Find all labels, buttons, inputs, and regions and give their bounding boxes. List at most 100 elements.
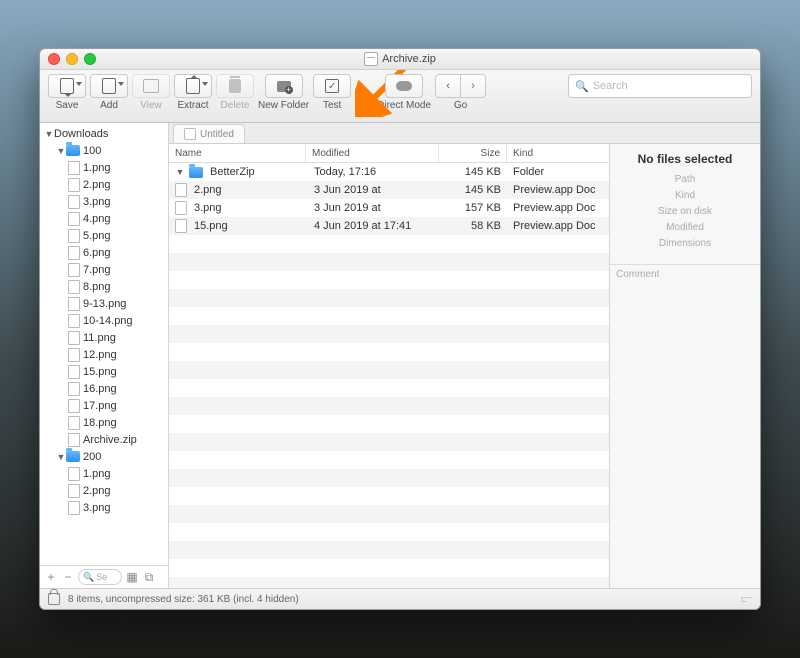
tree-item[interactable]: 3.png: [40, 193, 168, 210]
tree-item[interactable]: 16.png: [40, 380, 168, 397]
table-row[interactable]: 3.png3 Jun 2019 at157 KBPreview.app Doc: [169, 199, 609, 217]
table-row[interactable]: [169, 415, 609, 433]
resize-handle-icon[interactable]: ⫍: [741, 594, 752, 605]
column-headers[interactable]: Name Modified Size Kind: [169, 144, 609, 163]
file-icon: [68, 484, 80, 498]
tree-item[interactable]: 10-14.png: [40, 312, 168, 329]
tree-item[interactable]: 6.png: [40, 244, 168, 261]
table-row[interactable]: [169, 433, 609, 451]
table-row[interactable]: [169, 235, 609, 253]
table-row[interactable]: ▼BetterZipToday, 17:16145 KBFolder: [169, 163, 609, 181]
file-icon: [68, 501, 80, 515]
tree-item[interactable]: 5.png: [40, 227, 168, 244]
file-icon: [68, 314, 80, 328]
window-zoom-button[interactable]: [84, 53, 96, 65]
sidebar-action-1-button[interactable]: ▦: [125, 570, 139, 584]
add-button[interactable]: Add: [90, 74, 128, 111]
file-icon: [68, 467, 80, 481]
sidebar-action-2-button[interactable]: ⧉: [142, 570, 156, 584]
tree-item[interactable]: 17.png: [40, 397, 168, 414]
window-close-button[interactable]: [48, 53, 60, 65]
sidebar: ▼Downloads▼1001.png2.png3.png4.png5.png6…: [40, 123, 169, 588]
table-row[interactable]: [169, 523, 609, 541]
inspector-label: Path: [610, 172, 760, 188]
table-row[interactable]: [169, 289, 609, 307]
add-source-button[interactable]: +: [44, 570, 58, 584]
archive-icon: [184, 128, 196, 140]
table-row[interactable]: 2.png3 Jun 2019 at145 KBPreview.app Doc: [169, 181, 609, 199]
table-row[interactable]: [169, 469, 609, 487]
table-row[interactable]: [169, 487, 609, 505]
source-tree[interactable]: ▼Downloads▼1001.png2.png3.png4.png5.png6…: [40, 123, 168, 565]
go-forward-button[interactable]: ›: [461, 75, 485, 97]
file-icon: [68, 331, 80, 345]
tab-untitled[interactable]: Untitled: [173, 124, 245, 143]
file-icon: [68, 399, 80, 413]
file-icon: [68, 365, 80, 379]
file-icon: [68, 161, 80, 175]
file-list[interactable]: ▼BetterZipToday, 17:16145 KBFolder2.png3…: [169, 163, 609, 588]
table-row[interactable]: [169, 325, 609, 343]
tree-item[interactable]: 4.png: [40, 210, 168, 227]
tree-item[interactable]: 1.png: [40, 159, 168, 176]
tree-item[interactable]: 18.png: [40, 414, 168, 431]
tree-item[interactable]: 15.png: [40, 363, 168, 380]
sidebar-search-input[interactable]: 🔍Se: [78, 569, 122, 585]
tree-item[interactable]: 12.png: [40, 346, 168, 363]
remove-source-button[interactable]: −: [61, 570, 75, 584]
table-row[interactable]: [169, 577, 609, 588]
file-icon: [68, 178, 80, 192]
tree-item[interactable]: 9-13.png: [40, 295, 168, 312]
checkmark-icon: ✓: [325, 79, 339, 93]
table-row[interactable]: [169, 271, 609, 289]
folder-icon: [66, 451, 80, 462]
tree-item[interactable]: 2.png: [40, 482, 168, 499]
inspector-label: Modified: [610, 220, 760, 236]
tree-item[interactable]: 3.png: [40, 499, 168, 516]
direct-mode-button[interactable]: Direct Mode: [377, 74, 431, 111]
comment-field[interactable]: Comment: [610, 264, 760, 284]
tree-item[interactable]: 2.png: [40, 176, 168, 193]
tree-item[interactable]: 1.png: [40, 465, 168, 482]
extract-button[interactable]: Extract: [174, 74, 212, 111]
column-modified: Modified: [305, 144, 438, 162]
table-row[interactable]: [169, 253, 609, 271]
view-button[interactable]: View: [132, 74, 170, 111]
tree-item[interactable]: ▼100: [40, 142, 168, 159]
table-row[interactable]: [169, 307, 609, 325]
test-button[interactable]: ✓ Test: [313, 74, 351, 111]
status-bar: 8 items, uncompressed size: 361 KB (incl…: [40, 588, 760, 609]
file-icon: [175, 183, 187, 197]
table-row[interactable]: [169, 505, 609, 523]
new-folder-button[interactable]: New Folder: [258, 74, 309, 111]
table-row[interactable]: [169, 343, 609, 361]
app-window: Archive.zip Save Add View Extract Delete…: [39, 48, 761, 610]
folder-icon: [66, 145, 80, 156]
search-input[interactable]: 🔍 Search: [568, 74, 752, 98]
save-button[interactable]: Save: [48, 74, 86, 111]
new-folder-icon: [277, 81, 291, 92]
table-row[interactable]: [169, 379, 609, 397]
tree-item[interactable]: 7.png: [40, 261, 168, 278]
tree-item[interactable]: Archive.zip: [40, 431, 168, 448]
tree-item[interactable]: 11.png: [40, 329, 168, 346]
table-row[interactable]: [169, 451, 609, 469]
table-row[interactable]: [169, 361, 609, 379]
save-icon: [60, 78, 74, 94]
tree-item[interactable]: 8.png: [40, 278, 168, 295]
table-row[interactable]: [169, 397, 609, 415]
go-back-button[interactable]: ‹: [436, 75, 461, 97]
window-minimize-button[interactable]: [66, 53, 78, 65]
tree-item[interactable]: ▼Downloads: [40, 125, 168, 142]
toolbar: Save Add View Extract Delete New Folder …: [40, 70, 760, 123]
search-icon: 🔍: [575, 80, 589, 93]
view-icon: [143, 79, 159, 93]
inspector-label: Dimensions: [610, 236, 760, 252]
file-icon: [68, 246, 80, 260]
table-row[interactable]: [169, 559, 609, 577]
delete-button[interactable]: Delete: [216, 74, 254, 111]
tree-item[interactable]: ▼200: [40, 448, 168, 465]
sidebar-footer: + − 🔍Se ▦ ⧉: [40, 565, 168, 588]
table-row[interactable]: [169, 541, 609, 559]
table-row[interactable]: 15.png4 Jun 2019 at 17:4158 KBPreview.ap…: [169, 217, 609, 235]
